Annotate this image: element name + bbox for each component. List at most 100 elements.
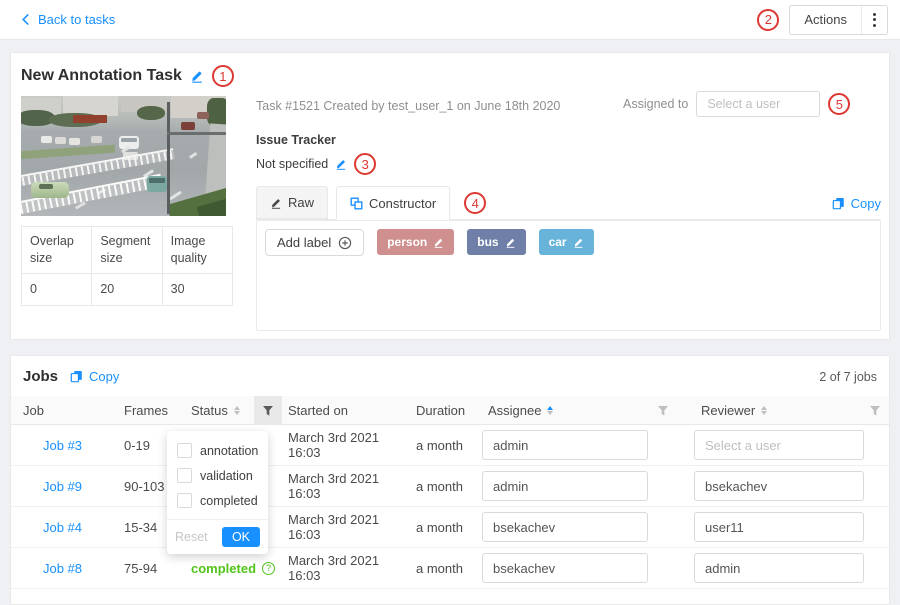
jobs-card: Jobs Copy 2 of 7 jobs Job Frames Status … — [10, 355, 890, 605]
jobs-table-header: Job Frames Status Started on Duration As… — [11, 396, 889, 425]
param-header-quality: Image quality — [162, 227, 232, 274]
duration-cell: a month — [410, 520, 482, 535]
assignee-input[interactable] — [482, 471, 648, 501]
checkbox-completed[interactable] — [177, 493, 192, 508]
tab-constructor[interactable]: Constructor — [336, 186, 450, 220]
callout-2: 2 — [757, 9, 779, 31]
assignee-input[interactable] — [482, 512, 648, 542]
assignee-filter-icon[interactable] — [657, 405, 669, 417]
column-assignee[interactable]: Assignee — [482, 403, 683, 418]
question-circle-icon[interactable] — [262, 562, 275, 575]
table-row-job3: Job #3 0-19 March 3rd 2021 16:03 a month — [11, 425, 889, 466]
callout-3: 3 — [354, 153, 376, 175]
labels-copy-link[interactable]: Copy — [832, 196, 881, 211]
checkbox-annotation[interactable] — [177, 443, 192, 458]
edit-title-icon[interactable] — [190, 69, 204, 83]
job-link[interactable]: Job #8 — [11, 561, 114, 576]
frames-cell: 75-94 — [114, 561, 185, 576]
copy-icon — [70, 370, 83, 383]
task-parameters-table: Overlap size Segment size Image quality … — [21, 226, 233, 306]
started-cell: March 3rd 2021 16:03 — [282, 471, 410, 501]
table-row-job9: Job #9 90-103 March 3rd 2021 16:03 a mon… — [11, 466, 889, 507]
assigned-to-label: Assigned to — [623, 97, 688, 111]
reviewer-input[interactable] — [694, 471, 864, 501]
column-started-on: Started on — [282, 403, 410, 418]
add-label-text: Add label — [277, 235, 331, 250]
copy-label: Copy — [89, 369, 119, 384]
task-meta: Task #1521 Created by test_user_1 on Jun… — [256, 99, 560, 113]
table-row-job4: Job #4 15-34 March 3rd 2021 16:03 a mont… — [11, 507, 889, 548]
reviewer-sorter-icon[interactable] — [761, 406, 767, 416]
filter-option-annotation[interactable]: annotation — [167, 438, 268, 463]
duration-cell: a month — [410, 438, 482, 453]
filter-option-completed[interactable]: completed — [167, 488, 268, 513]
param-value-overlap: 0 — [22, 273, 92, 305]
callout-1: 1 — [212, 65, 234, 87]
add-label-button[interactable]: Add label — [265, 229, 364, 256]
edit-label-icon[interactable] — [505, 237, 516, 248]
param-value-segment: 20 — [92, 273, 162, 305]
jobs-copy-link[interactable]: Copy — [70, 369, 119, 384]
status-filter-icon[interactable] — [254, 396, 282, 425]
block-icon — [350, 197, 363, 210]
table-row-job8: Job #8 75-94 completed March 3rd 2021 16… — [11, 548, 889, 589]
tab-raw[interactable]: Raw — [256, 186, 328, 219]
labels-tabbar: Raw Constructor 4 Copy — [256, 186, 881, 220]
checkbox-validation[interactable] — [177, 468, 192, 483]
label-chip-bus-text: bus — [477, 235, 498, 249]
status-sorter-icon[interactable] — [234, 406, 240, 416]
filter-reset-button[interactable]: Reset — [175, 530, 208, 544]
copy-label: Copy — [851, 196, 881, 211]
label-chip-car[interactable]: car — [539, 229, 594, 255]
jobs-count: 2 of 7 jobs — [819, 370, 877, 384]
task-thumbnail — [21, 96, 226, 216]
edit-label-icon[interactable] — [433, 237, 444, 248]
label-chip-person[interactable]: person — [377, 229, 454, 255]
column-duration: Duration — [410, 403, 482, 418]
reviewer-filter-icon[interactable] — [869, 405, 881, 417]
tab-constructor-label: Constructor — [369, 196, 436, 211]
tab-raw-label: Raw — [288, 195, 314, 210]
label-chip-bus[interactable]: bus — [467, 229, 525, 255]
top-bar: Back to tasks 2 Actions — [0, 0, 900, 40]
jobs-title: Jobs — [23, 368, 58, 385]
actions-button[interactable]: Actions — [789, 5, 888, 35]
callout-4: 4 — [464, 192, 486, 214]
started-cell: March 3rd 2021 16:03 — [282, 430, 410, 460]
assignee-input[interactable] — [482, 430, 648, 460]
copy-icon — [832, 197, 845, 210]
reviewer-input[interactable] — [694, 512, 864, 542]
back-label: Back to tasks — [38, 12, 115, 27]
job-link[interactable]: Job #9 — [11, 479, 114, 494]
callout-5: 5 — [828, 93, 850, 115]
filter-option-validation[interactable]: validation — [167, 463, 268, 488]
task-details-card: New Annotation Task 1 Overlap size Segme… — [10, 52, 890, 340]
reviewer-input[interactable] — [694, 553, 864, 583]
assigned-to-input[interactable] — [696, 91, 820, 117]
label-chip-person-text: person — [387, 235, 427, 249]
duration-cell: a month — [410, 479, 482, 494]
status-filter-dropdown: annotation validation completed Reset OK — [167, 431, 268, 554]
back-to-tasks-link[interactable]: Back to tasks — [20, 12, 115, 27]
pencil-icon — [270, 197, 282, 209]
assignee-input[interactable] — [482, 553, 648, 583]
job-link[interactable]: Job #4 — [11, 520, 114, 535]
edit-label-icon[interactable] — [573, 237, 584, 248]
back-chevron-icon — [20, 14, 31, 25]
started-cell: March 3rd 2021 16:03 — [282, 553, 410, 583]
param-header-overlap: Overlap size — [22, 227, 92, 274]
edit-issue-tracker-icon[interactable] — [335, 158, 347, 170]
column-job: Job — [11, 403, 114, 418]
column-reviewer[interactable]: Reviewer — [683, 403, 891, 418]
duration-cell: a month — [410, 561, 482, 576]
filter-ok-button[interactable]: OK — [222, 527, 260, 547]
label-constructor-panel: Add label person bus car — [256, 220, 881, 331]
column-status[interactable]: Status — [185, 403, 254, 418]
job-link[interactable]: Job #3 — [11, 438, 114, 453]
more-menu-icon[interactable] — [862, 13, 887, 27]
status-cell: completed — [185, 561, 254, 576]
param-header-segment: Segment size — [92, 227, 162, 274]
label-chip-car-text: car — [549, 235, 567, 249]
assignee-sorter-icon[interactable] — [547, 406, 553, 416]
reviewer-input[interactable] — [694, 430, 864, 460]
